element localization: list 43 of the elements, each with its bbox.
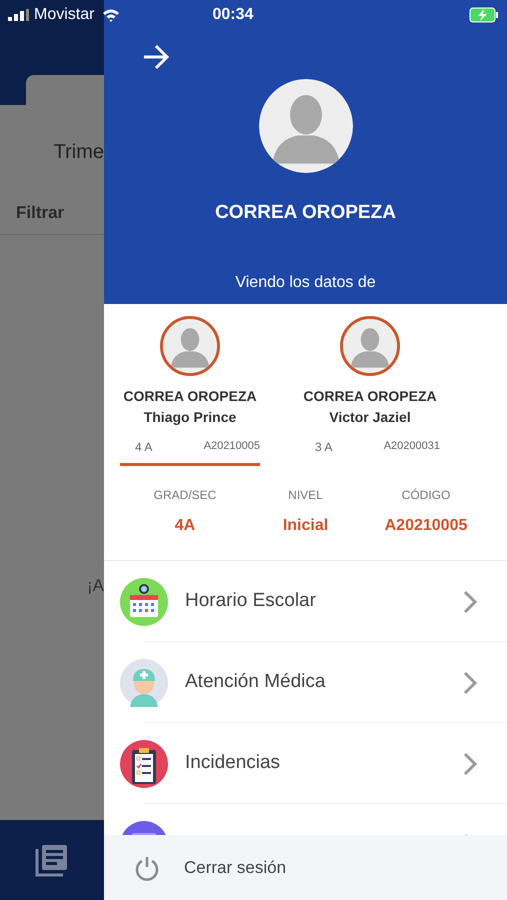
nurse-icon (120, 658, 168, 706)
student-code: A20210005 (204, 439, 260, 454)
menu-label: Horario Escolar (185, 589, 316, 614)
menu-item[interactable]: Horario Escolar (104, 561, 507, 642)
detail-label: GRAD/SEC (154, 487, 216, 504)
calendar-clock-icon (120, 578, 168, 626)
chevron-right-icon (463, 670, 477, 694)
menu-label: Incidencias (185, 751, 280, 776)
clock-time: 00:34 (212, 5, 254, 25)
chevron-right-icon (463, 590, 477, 614)
student-tab[interactable]: CORREA OROPEZA Thiago Prince 4 A A20210005 (120, 316, 260, 466)
tab-label: Trime (54, 140, 104, 165)
detail-value: A20210005 (384, 516, 468, 536)
student-code: A20200031 (384, 439, 440, 454)
menu-label: Atención Médica (185, 670, 326, 694)
message-text: ¡A (87, 575, 104, 597)
viewing-label: Viendo los datos de (235, 272, 376, 292)
student-avatar (163, 319, 217, 373)
student-avatar (343, 319, 397, 373)
menu-item[interactable]: Incidencias (104, 723, 507, 804)
menu-item[interactable]: Atención Médica (104, 642, 507, 723)
student-surname: CORREA OROPEZA (123, 387, 257, 406)
power-icon (134, 854, 160, 880)
filter-label: Filtrar (16, 202, 64, 224)
detail-label: NIVEL (288, 487, 323, 504)
signal-icon (8, 9, 30, 21)
wifi-icon (102, 8, 120, 22)
chevron-right-icon (463, 752, 477, 776)
student-grade: 4 A (135, 439, 152, 456)
document-icon[interactable] (35, 843, 69, 877)
carrier-name: Movistar (34, 5, 94, 25)
student-first-name: Victor Jaziel (329, 408, 411, 427)
student-first-name: Thiago Prince (144, 408, 236, 427)
student-tab[interactable]: CORREA OROPEZA Victor Jaziel 3 A A20200031 (300, 316, 440, 466)
logout-button[interactable]: Cerrar sesión (104, 835, 507, 900)
student-grade: 3 A (315, 439, 332, 456)
user-name: CORREA OROPEZA (215, 201, 396, 225)
detail-label: CÓDIGO (402, 487, 450, 504)
student-surname: CORREA OROPEZA (303, 387, 437, 406)
detail-value: Inicial (282, 516, 328, 536)
back-arrow-icon[interactable] (142, 44, 170, 70)
detail-value: 4A (174, 516, 196, 536)
clipboard-icon (120, 740, 168, 788)
